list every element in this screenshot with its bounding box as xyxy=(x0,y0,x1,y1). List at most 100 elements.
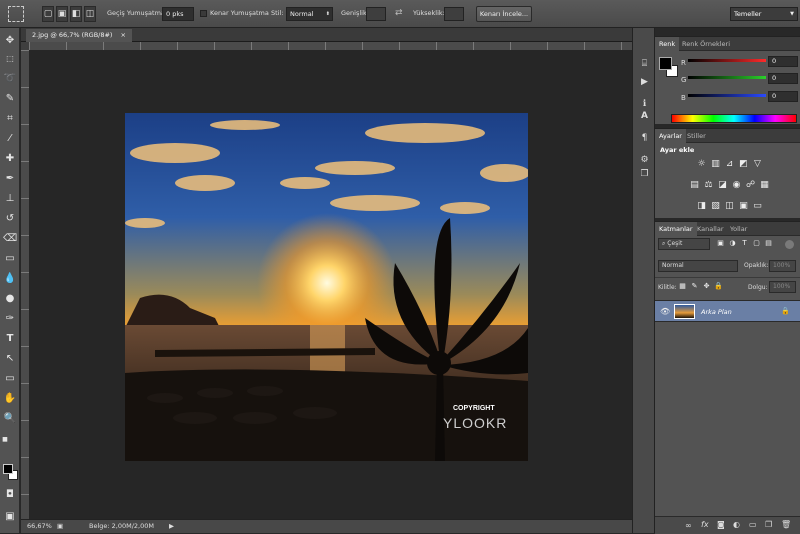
delete-layer-icon[interactable]: 🗑 xyxy=(781,520,791,529)
blur-icon[interactable]: 💧 xyxy=(3,272,17,286)
curves-icon[interactable]: ⊿ xyxy=(724,159,735,170)
layer-style-icon[interactable]: fx xyxy=(701,520,709,529)
layer-filter-select[interactable]: ⌕ Çeşit xyxy=(658,238,710,250)
layer-name[interactable]: Arka Plan xyxy=(701,308,732,316)
screen-mode-icon[interactable]: ▣ xyxy=(3,510,17,524)
status-menu-icon[interactable]: ▣ xyxy=(57,520,63,533)
tab-color[interactable]: Renk xyxy=(655,37,680,51)
paragraph-icon[interactable]: ¶ xyxy=(638,132,651,145)
blend-mode-select[interactable]: Normal xyxy=(658,260,738,272)
hand-icon[interactable]: ✋ xyxy=(3,392,17,406)
exposure-icon[interactable]: ◩ xyxy=(738,159,749,170)
rectangular-marquee-icon[interactable]: ⬚ xyxy=(3,52,17,66)
gradient-icon[interactable]: ▭ xyxy=(3,252,17,266)
new-group-icon[interactable]: ▭ xyxy=(749,520,757,529)
antialias-checkbox[interactable] xyxy=(200,10,207,17)
brightness-icon[interactable]: ☼ xyxy=(696,159,707,170)
vibrance-icon[interactable]: ▽ xyxy=(752,159,763,170)
value-g[interactable]: 0 xyxy=(768,73,798,84)
visibility-eye-icon[interactable]: 👁 xyxy=(660,307,670,316)
link-layers-icon[interactable]: ∞ xyxy=(685,521,692,530)
value-r[interactable]: 0 xyxy=(768,56,798,67)
pen-icon[interactable]: ✑ xyxy=(3,312,17,326)
type-icon[interactable]: T xyxy=(3,332,17,346)
layer-row[interactable]: 👁 Arka Plan 🔒 xyxy=(655,300,800,322)
zoom-icon[interactable]: 🔍 xyxy=(3,412,17,426)
new-adjustment-icon[interactable]: ◐ xyxy=(733,520,740,529)
width-input[interactable] xyxy=(366,7,386,21)
document-image[interactable]: COPYRIGHT YLOOKR xyxy=(125,113,528,461)
history-brush-icon[interactable]: ↺ xyxy=(3,212,17,226)
new-layer-icon[interactable]: ❐ xyxy=(765,520,772,529)
add-mask-icon[interactable]: ◙ xyxy=(717,520,725,529)
rectangle-shape-icon[interactable]: ▭ xyxy=(3,372,17,386)
foreground-color-swatch[interactable] xyxy=(3,464,13,474)
dodge-icon[interactable]: ● xyxy=(3,292,17,306)
value-b[interactable]: 0 xyxy=(768,91,798,102)
fill-input[interactable]: 100% xyxy=(769,281,796,293)
invert-icon[interactable]: ◨ xyxy=(696,201,707,212)
levels-icon[interactable]: ▥ xyxy=(710,159,721,170)
selective-color-icon[interactable]: ▣ xyxy=(738,201,749,212)
feather-input[interactable]: 0 pks xyxy=(162,7,194,21)
posterize-icon[interactable]: ▧ xyxy=(710,201,721,212)
clone-stamp-icon[interactable]: ⊥ xyxy=(3,192,17,206)
brush-icon[interactable]: ✒ xyxy=(3,172,17,186)
foreground-color-chip[interactable] xyxy=(659,57,672,70)
slider-r[interactable] xyxy=(688,59,766,62)
marquee-preset-icon[interactable] xyxy=(8,6,24,22)
document-tab[interactable]: 2.jpg @ 66,7% (RGB/8#) × xyxy=(26,29,132,42)
lock-position-icon[interactable]: ✥ xyxy=(701,281,712,292)
workspace-select[interactable]: Temeller ▼ xyxy=(730,7,798,21)
eraser-icon[interactable]: ⌫ xyxy=(3,232,17,246)
eyedropper-icon[interactable]: ⁄ xyxy=(3,132,17,146)
quick-selection-icon[interactable]: ✎ xyxy=(3,92,17,106)
tab-styles[interactable]: Stiller xyxy=(683,129,710,143)
tool-presets-icon[interactable]: ⚙ xyxy=(638,154,651,167)
quick-mask-icon[interactable]: ◘ xyxy=(3,488,17,502)
filter-shape-icon[interactable]: ▢ xyxy=(751,238,762,249)
color-balance-icon[interactable]: ⚖ xyxy=(703,180,714,191)
opacity-input[interactable]: 100% xyxy=(769,260,796,272)
filter-toggle[interactable] xyxy=(785,240,794,249)
crop-icon[interactable]: ⌗ xyxy=(3,112,17,126)
threshold-icon[interactable]: ◫ xyxy=(724,201,735,212)
lasso-icon[interactable]: ➰ xyxy=(3,72,17,86)
tab-swatches[interactable]: Renk Örnekleri xyxy=(678,37,734,51)
character-icon[interactable]: A xyxy=(638,110,651,123)
actions-icon[interactable]: ▶ xyxy=(638,76,651,89)
filter-type-icon[interactable]: T xyxy=(739,238,750,249)
refine-edge-button[interactable]: Kenarı İncele... xyxy=(476,6,532,22)
tab-paths[interactable]: Yollar xyxy=(726,222,751,236)
color-spectrum-bar[interactable] xyxy=(671,114,797,123)
filter-smart-icon[interactable]: ▤ xyxy=(763,238,774,249)
channel-mixer-icon[interactable]: ☍ xyxy=(745,180,756,191)
black-white-icon[interactable]: ◪ xyxy=(717,180,728,191)
tab-channels[interactable]: Kanallar xyxy=(693,222,728,236)
lock-all-icon[interactable]: 🔒 xyxy=(713,281,724,292)
style-select[interactable]: Normal ⬍ xyxy=(286,7,333,21)
move-tool-icon[interactable]: ✥ xyxy=(3,34,17,48)
lock-image-icon[interactable]: ✎ xyxy=(689,281,700,292)
height-input[interactable] xyxy=(444,7,464,21)
new-selection-icon[interactable]: ▢ xyxy=(42,6,54,22)
slider-b[interactable] xyxy=(688,94,766,97)
tab-adjustments[interactable]: Ayarlar xyxy=(655,129,686,143)
spot-healing-icon[interactable]: ✚ xyxy=(3,152,17,166)
gradient-map-icon[interactable]: ▭ xyxy=(752,201,763,212)
filter-adjustment-icon[interactable]: ◑ xyxy=(727,238,738,249)
lock-transparent-icon[interactable]: ▦ xyxy=(677,281,688,292)
tab-layers[interactable]: Katmanlar xyxy=(655,222,697,236)
default-colors-icon[interactable]: ■ xyxy=(1,433,9,447)
color-lookup-icon[interactable]: ▦ xyxy=(759,180,770,191)
subtract-selection-icon[interactable]: ◧ xyxy=(70,6,82,22)
status-arrow-icon[interactable]: ▶ xyxy=(169,520,174,533)
swap-icon[interactable]: ⇄ xyxy=(395,8,403,18)
path-selection-icon[interactable]: ↖ xyxy=(3,352,17,366)
close-icon[interactable]: × xyxy=(121,31,126,39)
layer-comps-icon[interactable]: ❐ xyxy=(638,168,651,181)
slider-g[interactable] xyxy=(688,76,766,79)
photo-filter-icon[interactable]: ◉ xyxy=(731,180,742,191)
history-icon[interactable]: ⌸ xyxy=(638,58,651,71)
intersect-selection-icon[interactable]: ◫ xyxy=(84,6,96,22)
